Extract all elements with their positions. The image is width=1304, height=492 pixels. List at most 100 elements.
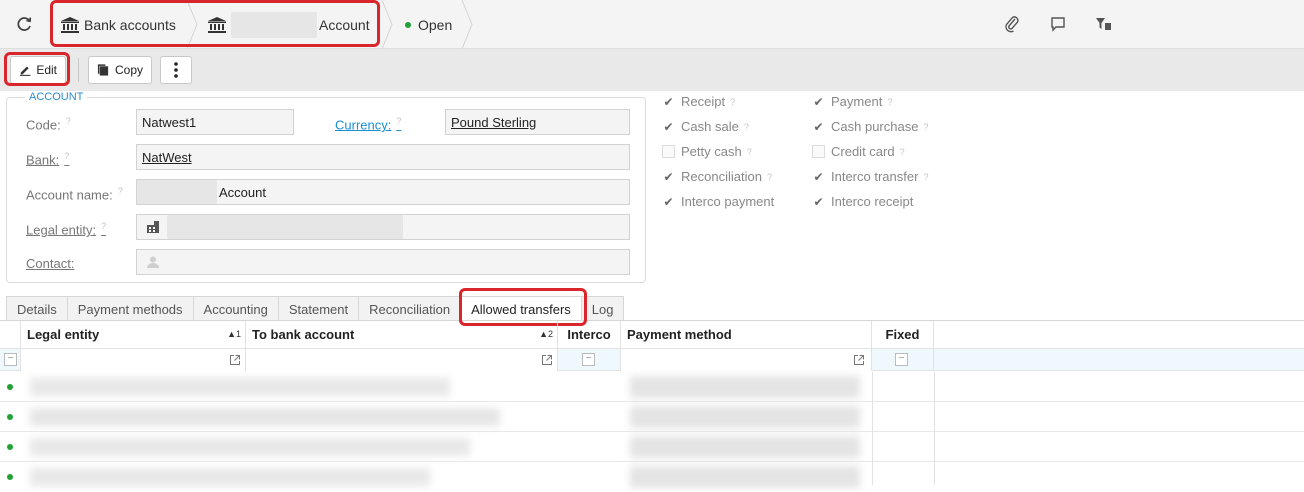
status-dot-icon — [7, 384, 13, 390]
column-header-legal-entity[interactable]: Legal entity ▲1 — [21, 321, 246, 349]
tab-allowed-transfers[interactable]: Allowed transfers — [460, 296, 582, 321]
table-row[interactable] — [0, 462, 1304, 492]
external-link-icon[interactable] — [541, 354, 553, 366]
redacted-account-name — [137, 180, 217, 204]
checkbox-checked-icon: ✔ — [663, 119, 674, 134]
more-button[interactable] — [160, 56, 192, 84]
checkbox-unchecked-icon — [662, 145, 675, 158]
redacted-cell — [630, 406, 860, 428]
column-header-interco[interactable]: Interco — [558, 321, 621, 349]
code-field[interactable]: Natwest1 — [136, 109, 294, 135]
copy-button[interactable]: Copy — [88, 56, 152, 84]
edit-button[interactable]: Edit — [10, 56, 66, 84]
edit-button-label: Edit — [36, 63, 57, 77]
tab-details[interactable]: Details — [6, 296, 68, 321]
currency-field[interactable]: Pound Sterling — [445, 109, 630, 135]
checkbox-checked-icon: ✔ — [663, 194, 674, 209]
filter-tag-icon[interactable] — [1095, 15, 1113, 33]
status-label: Open — [418, 16, 453, 33]
tab-statement[interactable]: Statement — [277, 296, 360, 321]
breadcrumb-separator — [186, 0, 198, 49]
interco-transfer-option[interactable]: ✔ Interco transfer? — [812, 169, 928, 184]
account-name-label: Account name:? — [26, 186, 123, 203]
redacted-legal-entity — [167, 215, 403, 239]
bank-icon — [208, 16, 226, 33]
contact-field[interactable] — [136, 249, 630, 275]
tab-payment-methods[interactable]: Payment methods — [66, 296, 194, 321]
redacted-cell — [30, 378, 450, 396]
table-row[interactable] — [0, 432, 1304, 462]
interco-filter: − — [558, 349, 621, 371]
copy-button-label: Copy — [114, 63, 143, 77]
redacted-cell — [630, 376, 860, 398]
cash-sale-option[interactable]: ✔ Cash sale? — [662, 119, 748, 134]
bank-label[interactable]: Bank:? — [26, 151, 69, 167]
minus-icon[interactable]: − — [582, 353, 595, 366]
breadcrumb-label: Bank accounts — [84, 16, 176, 33]
breadcrumb-bar: Bank accounts Account Open — [0, 0, 1304, 49]
redacted-account-name — [231, 11, 317, 38]
checkbox-checked-icon: ✔ — [813, 94, 824, 109]
refresh-icon[interactable] — [14, 14, 34, 34]
interco-payment-option[interactable]: ✔ Interco payment — [662, 194, 774, 209]
external-link-icon[interactable] — [229, 354, 241, 366]
table-row[interactable] — [0, 372, 1304, 402]
column-divider — [872, 372, 873, 485]
account-name-field[interactable]: Account — [136, 179, 630, 205]
currency-label[interactable]: Currency:? — [335, 116, 401, 132]
building-icon — [147, 221, 159, 233]
to-bank-account-filter[interactable] — [246, 349, 558, 371]
legal-entity-label[interactable]: Legal entity:? — [26, 221, 106, 237]
legal-entity-filter[interactable] — [21, 349, 246, 371]
cash-purchase-option[interactable]: ✔ Cash purchase? — [812, 119, 928, 134]
allowed-transfers-grid: Legal entity ▲1 To bank account ▲2 Inter… — [0, 321, 1304, 488]
comment-icon[interactable] — [1049, 15, 1067, 33]
breadcrumb-account[interactable]: Account — [207, 0, 370, 49]
tab-reconciliation[interactable]: Reconciliation — [358, 296, 462, 321]
checkbox-checked-icon: ✔ — [663, 94, 674, 109]
checkbox-unchecked-icon — [812, 145, 825, 158]
column-divider — [934, 372, 935, 485]
checkbox-checked-icon: ✔ — [663, 169, 674, 184]
payment-option[interactable]: ✔ Payment? — [812, 94, 892, 109]
contact-label[interactable]: Contact: — [26, 256, 74, 271]
status-dot-icon — [7, 474, 13, 480]
breadcrumb-bank-accounts[interactable]: Bank accounts — [60, 0, 176, 49]
filter-cell: − — [0, 349, 21, 371]
pencil-icon — [19, 66, 31, 76]
receipt-option[interactable]: ✔ Receipt? — [662, 94, 735, 109]
legal-entity-field[interactable] — [136, 214, 630, 240]
checkbox-checked-icon: ✔ — [813, 119, 824, 134]
interco-receipt-option[interactable]: ✔ Interco receipt — [812, 194, 913, 209]
minus-icon[interactable]: − — [895, 353, 908, 366]
column-header-to-bank-account[interactable]: To bank account ▲2 — [246, 321, 558, 349]
account-legend: ACCOUNT — [25, 91, 88, 103]
checkbox-checked-icon: ✔ — [813, 169, 824, 184]
table-row[interactable] — [0, 402, 1304, 432]
checkbox-checked-icon: ✔ — [813, 194, 824, 209]
tab-bar: Details Payment methods Accounting State… — [6, 296, 625, 321]
breadcrumb-separator — [381, 0, 393, 49]
petty-cash-option[interactable]: Petty cash? — [662, 144, 752, 159]
status-dot-icon — [405, 21, 411, 28]
column-header-fixed[interactable]: Fixed — [872, 321, 934, 349]
toolbar-divider — [78, 58, 79, 82]
redacted-cell — [630, 436, 860, 458]
tab-accounting[interactable]: Accounting — [192, 296, 279, 321]
more-vertical-icon — [174, 62, 178, 78]
filter-row: − − − — [0, 349, 1304, 371]
bank-field[interactable]: NatWest — [136, 144, 630, 170]
toolbar: Edit Copy — [0, 49, 1304, 91]
person-icon — [147, 256, 159, 268]
column-header-payment-method[interactable]: Payment method — [621, 321, 872, 349]
minus-icon[interactable]: − — [4, 353, 17, 366]
external-link-icon[interactable] — [853, 354, 865, 366]
reconciliation-option[interactable]: ✔ Reconciliation? — [662, 169, 771, 184]
tab-log[interactable]: Log — [580, 296, 625, 321]
credit-card-option[interactable]: Credit card? — [812, 144, 905, 159]
redacted-cell — [30, 438, 470, 456]
status-dot-icon — [7, 414, 13, 420]
payment-method-filter[interactable] — [621, 349, 872, 371]
paperclip-icon[interactable] — [1003, 15, 1021, 33]
redacted-cell — [30, 468, 430, 486]
